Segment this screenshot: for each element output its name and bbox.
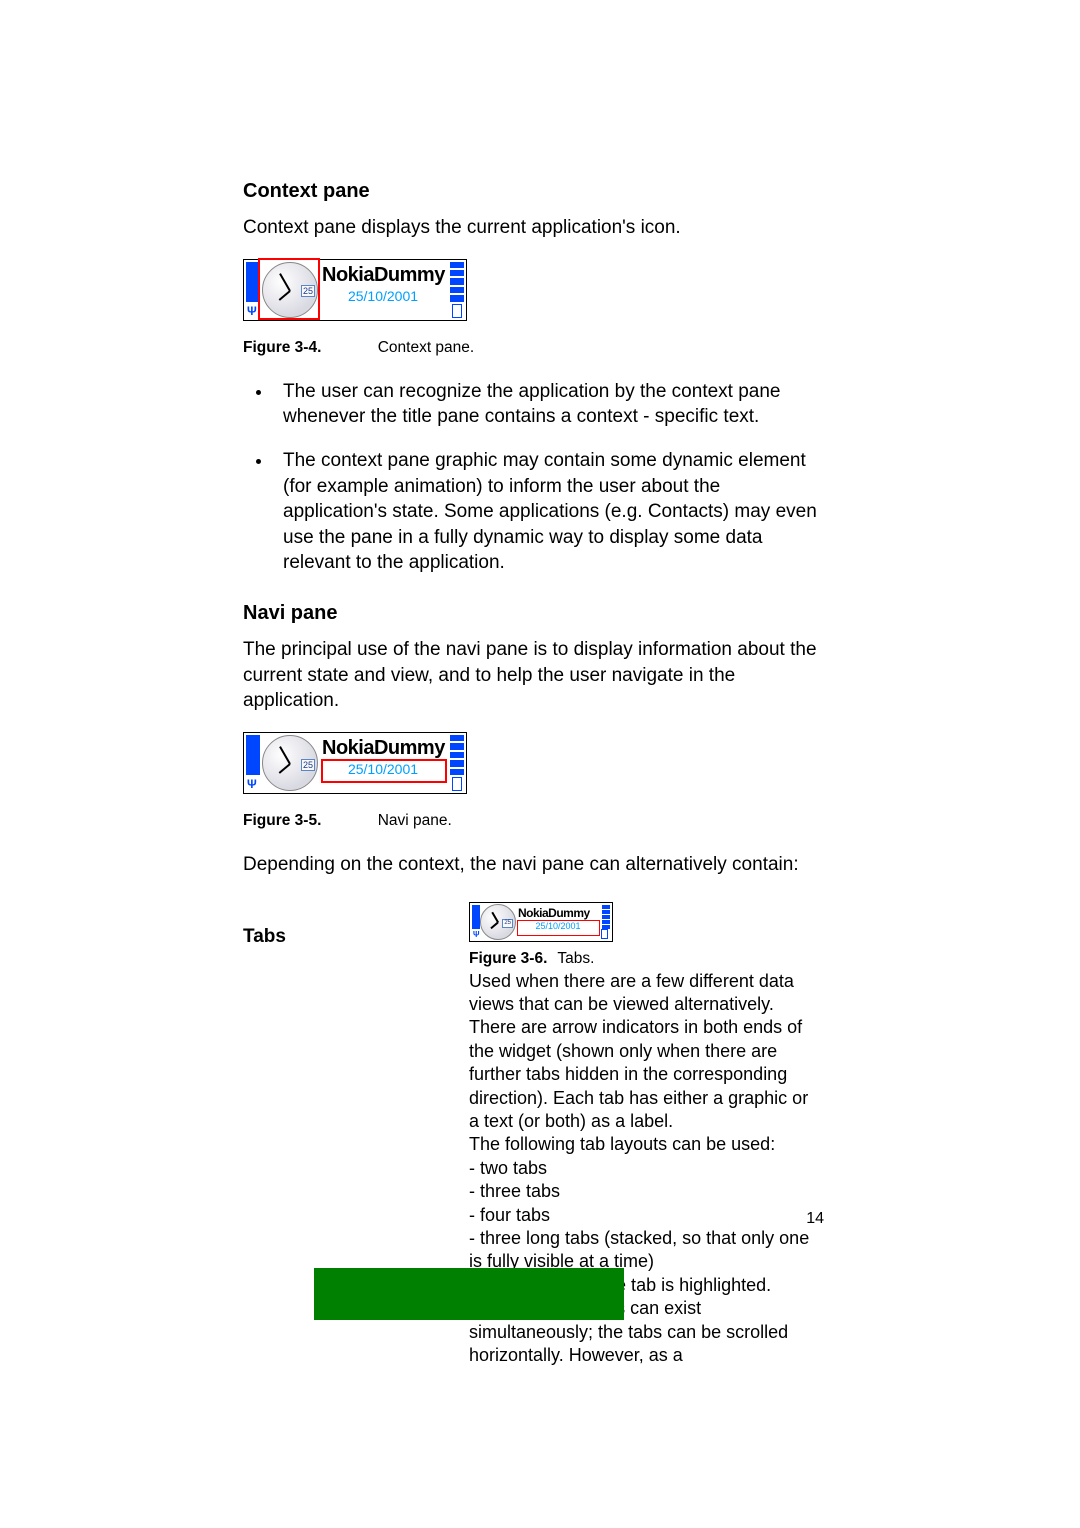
figure-caption-text: Navi pane. [378,812,452,829]
figure-caption-text: Tabs. [557,950,594,967]
antenna-icon: Ψ [247,777,257,791]
status-title: NokiaDummy [518,906,598,920]
page: Context pane Context pane displays the c… [0,0,1080,1528]
status-title: NokiaDummy [322,264,444,287]
page-number: 14 [806,1210,824,1228]
status-date: 25/10/2001 [518,921,598,935]
figure-number: Figure 3-4. [243,339,321,356]
clock-date-badge: 25 [301,285,315,297]
footer-bar [314,1268,624,1320]
antenna-icon: Ψ [247,304,257,318]
clock-date-badge: 25 [502,919,513,928]
signal-strength-icon [246,735,260,775]
battery-level-icon [450,735,464,775]
signal-strength-icon [472,905,480,929]
battery-icon [601,929,608,939]
figure-3-6-caption: Figure 3-6. Tabs. [469,950,819,968]
bullet-item: The context pane graphic may contain som… [273,448,819,576]
figure-navi-pane-screenshot: Ψ 25 NokiaDummy 25/10/2001 [243,732,467,794]
context-intro: Context pane displays the current applic… [243,215,819,241]
figure-number: Figure 3-6. [469,950,547,967]
bullet-item: The user can recognize the application b… [273,379,819,430]
battery-icon [452,777,462,791]
battery-level-icon [602,905,610,929]
clock-icon: 25 [262,735,318,791]
figure-3-5-caption: Figure 3-5. Navi pane. [243,812,819,830]
figure-caption-text: Context pane. [378,339,475,356]
navi-intro: The principal use of the navi pane is to… [243,637,819,714]
antenna-icon: Ψ [473,930,479,939]
page-content: Context pane Context pane displays the c… [243,180,819,1367]
heading-context-pane: Context pane [243,180,819,203]
figure-3-4-caption: Figure 3-4. Context pane. [243,339,819,357]
status-title: NokiaDummy [322,737,444,760]
figure-context-pane-screenshot: Ψ 25 NokiaDummy 25/10/2001 [243,259,467,321]
battery-icon [452,304,462,318]
battery-level-icon [450,262,464,302]
figure-tabs-screenshot: Ψ 25 NokiaDummy 25/10/2001 [469,902,613,942]
navi-after: Depending on the context, the navi pane … [243,852,819,878]
status-date: 25/10/2001 [322,761,444,781]
clock-icon: 25 [480,904,516,940]
clock-icon: 25 [262,262,318,318]
status-date: 25/10/2001 [322,288,444,308]
signal-strength-icon [246,262,260,302]
context-bullets: The user can recognize the application b… [243,379,819,576]
figure-number: Figure 3-5. [243,812,321,829]
heading-navi-pane: Navi pane [243,602,819,625]
clock-date-badge: 25 [301,759,315,771]
